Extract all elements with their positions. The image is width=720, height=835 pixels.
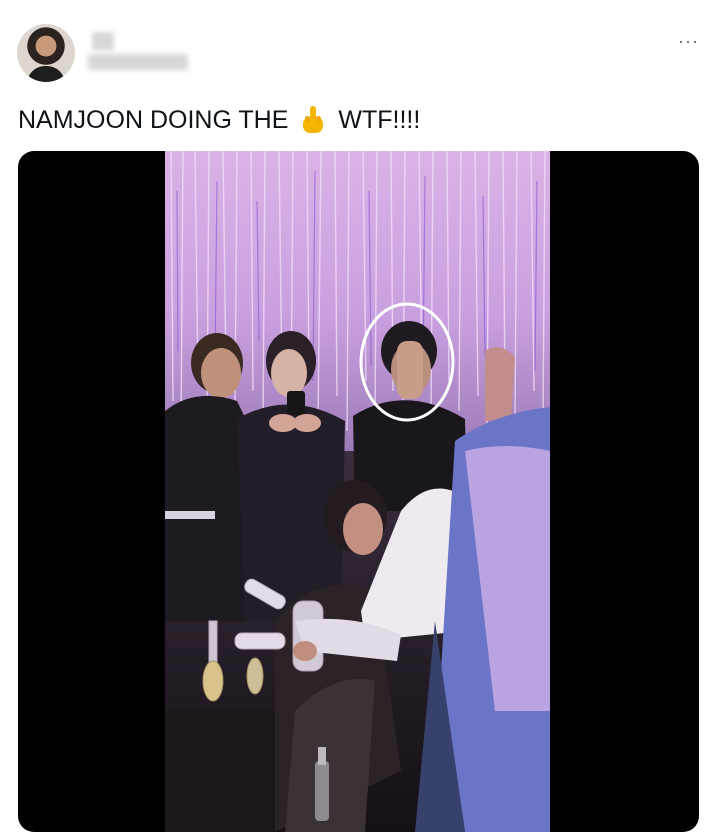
tweet-text-part-2: WTF!!!! — [338, 106, 421, 134]
tweet-text: NAMJOON DOING THE WTF!!!! — [18, 104, 420, 136]
author-name-redacted[interactable] — [88, 30, 192, 74]
more-options-button[interactable]: ··· — [678, 32, 699, 50]
video-frame[interactable] — [165, 151, 550, 832]
middle-finger-icon — [300, 105, 326, 135]
redaction-blur — [88, 54, 188, 70]
raised-hand — [485, 347, 515, 421]
media-container[interactable] — [18, 151, 699, 832]
tweet-text-part-1: NAMJOON DOING THE — [18, 106, 289, 134]
redaction-blur — [92, 32, 114, 50]
avatar-shirt — [27, 66, 65, 82]
avatar[interactable] — [17, 24, 75, 82]
